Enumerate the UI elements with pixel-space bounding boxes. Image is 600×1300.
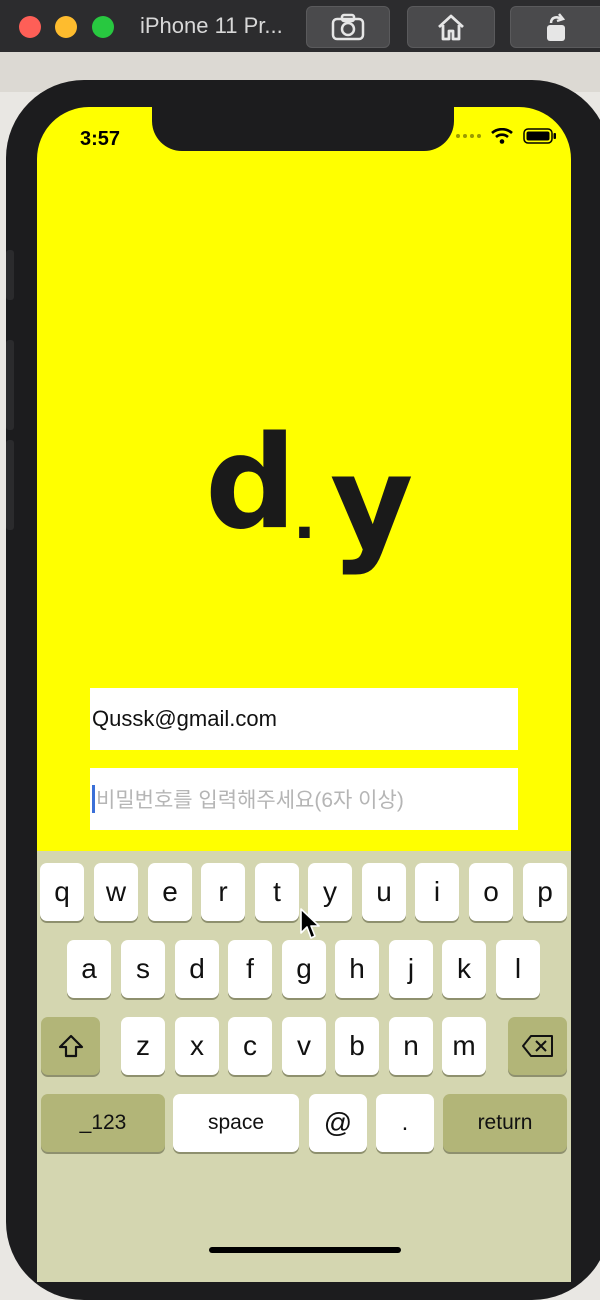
backspace-icon — [521, 1035, 553, 1057]
shift-arrow-icon — [58, 1034, 83, 1058]
email-value: Qussk@gmail.com — [92, 706, 277, 731]
zoom-window-button[interactable] — [92, 16, 114, 38]
return-key[interactable]: return — [443, 1094, 567, 1152]
key-q[interactable]: q — [40, 863, 84, 921]
minimize-window-button[interactable] — [55, 16, 77, 38]
simulator-titlebar: iPhone 11 Pr... — [0, 0, 600, 52]
text-caret — [92, 785, 95, 813]
home-icon — [438, 14, 464, 41]
shift-key[interactable] — [41, 1017, 100, 1075]
password-field[interactable]: 비밀번호를 입력해주세요(6자 이상) — [90, 768, 518, 830]
key-w[interactable]: w — [94, 863, 138, 921]
window-title: iPhone 11 Pr... — [140, 13, 283, 38]
key-o[interactable]: o — [469, 863, 513, 921]
key-b[interactable]: b — [335, 1017, 379, 1075]
key-v[interactable]: v — [282, 1017, 326, 1075]
key-p[interactable]: p — [523, 863, 567, 921]
home-indicator[interactable] — [209, 1247, 401, 1253]
key-u[interactable]: u — [362, 863, 406, 921]
key-d[interactable]: d — [175, 940, 219, 998]
volume-up-button — [6, 340, 14, 430]
key-a[interactable]: a — [67, 940, 111, 998]
camera-icon — [331, 13, 365, 41]
screenshot-button[interactable] — [306, 6, 390, 48]
mouse-pointer-icon — [300, 908, 320, 939]
delete-key[interactable] — [508, 1017, 567, 1075]
cellular-signal-icon — [456, 134, 481, 138]
key-n[interactable]: n — [389, 1017, 433, 1075]
period-key[interactable]: . — [376, 1094, 434, 1152]
key-k[interactable]: k — [442, 940, 486, 998]
rotate-icon — [547, 13, 566, 41]
key-c[interactable]: c — [228, 1017, 272, 1075]
key-t[interactable]: t — [255, 863, 299, 921]
home-button[interactable] — [407, 6, 495, 48]
status-time: 3:57 — [80, 128, 121, 150]
close-window-button[interactable] — [19, 16, 41, 38]
key-i[interactable]: i — [415, 863, 459, 921]
logo-letter-y: y — [330, 429, 414, 578]
key-l[interactable]: l — [496, 940, 540, 998]
key-h[interactable]: h — [335, 940, 379, 998]
volume-down-button — [6, 440, 14, 530]
mute-switch — [6, 250, 14, 300]
key-e[interactable]: e — [148, 863, 192, 921]
at-key[interactable]: @ — [309, 1094, 367, 1152]
battery-icon — [523, 128, 556, 144]
logo-dot: . — [293, 483, 316, 553]
key-f[interactable]: f — [228, 940, 272, 998]
key-z[interactable]: z — [121, 1017, 165, 1075]
space-key[interactable]: space — [173, 1094, 299, 1152]
key-g[interactable]: g — [282, 940, 326, 998]
key-x[interactable]: x — [175, 1017, 219, 1075]
app-logo: d . y — [205, 409, 413, 580]
notch — [152, 107, 454, 151]
password-placeholder: 비밀번호를 입력해주세요(6자 이상) — [96, 789, 404, 812]
key-r[interactable]: r — [201, 863, 245, 921]
numbers-key[interactable]: _123 — [41, 1094, 165, 1152]
status-icons — [456, 128, 557, 144]
logo-letter-d: d — [205, 409, 297, 558]
key-s[interactable]: s — [121, 940, 165, 998]
rotate-button[interactable] — [510, 6, 600, 48]
key-m[interactable]: m — [442, 1017, 486, 1075]
wifi-icon — [491, 128, 513, 144]
email-field[interactable]: Qussk@gmail.com — [90, 688, 518, 750]
key-j[interactable]: j — [389, 940, 433, 998]
